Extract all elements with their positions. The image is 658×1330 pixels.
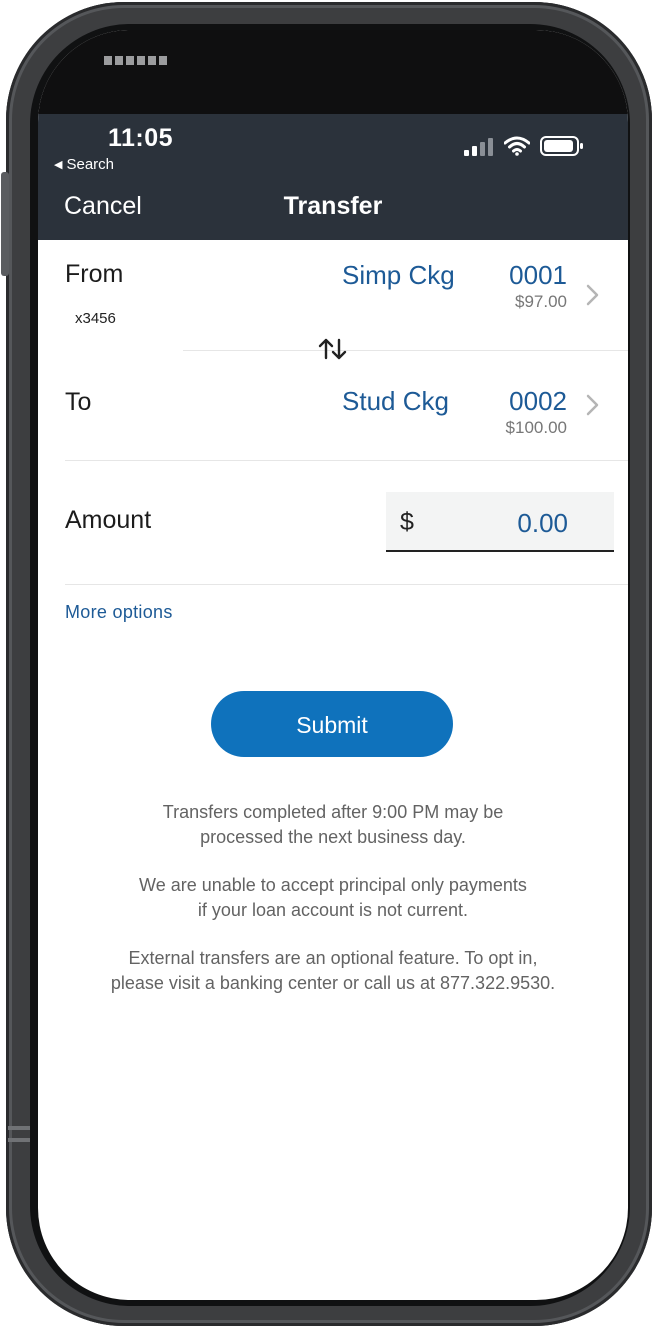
notch-area [38,30,628,114]
from-account-row[interactable]: From Simp Ckg 0001 $97.00 x3456 [38,240,628,350]
amount-label: Amount [65,506,152,534]
from-account-masked-number: x3456 [75,310,116,327]
cellular-signal-icon [464,138,493,156]
disclaimer-loan: We are unable to accept principal only p… [58,873,608,923]
to-account-balance: $100.00 [505,418,567,437]
disclaimer-line: please visit a banking center or call us… [110,973,556,993]
amount-value: 0.00 [517,508,568,538]
speaker-grille [104,56,167,65]
submit-button[interactable]: Submit [211,691,453,757]
from-account-balance: $97.00 [515,292,567,311]
phone-screen: 11:05 ◀ Search Cancel Transfer From Simp… [38,30,628,1300]
side-button [1,172,9,276]
amount-input[interactable]: $ 0.00 [386,492,614,552]
page-title: Transfer [283,192,383,220]
app-header: 11:05 ◀ Search Cancel Transfer [38,114,628,240]
divider [65,584,628,585]
disclaimer-line: processed the next business day. [200,827,466,847]
chevron-right-icon [586,284,599,306]
back-to-search-link[interactable]: ◀ Search [54,156,114,173]
disclaimer-line: Transfers completed after 9:00 PM may be [162,802,504,822]
currency-symbol: $ [400,508,414,536]
to-account-row[interactable]: To Stud Ckg 0002 $100.00 [38,350,628,460]
disclaimer-line: We are unable to accept principal only p… [139,875,527,895]
more-options-link[interactable]: More options [65,602,173,623]
disclaimer-cutoff: Transfers completed after 9:00 PM may be… [58,800,608,850]
back-arrow-icon: ◀ [54,159,63,171]
from-label: From [65,260,124,288]
disclaimer-external: External transfers are an optional featu… [58,946,608,996]
from-account-name: Simp Ckg [342,260,455,290]
cancel-button[interactable]: Cancel [64,192,142,221]
divider [65,460,628,461]
to-account-name: Stud Ckg [342,386,449,416]
battery-icon [540,136,583,156]
disclaimer-line: if your loan account is not current. [197,900,469,920]
from-account-number: 0001 [509,260,567,290]
disclaimer-line: External transfers are an optional featu… [128,948,538,968]
disclaimer-text: Transfers completed after 9:00 PM may be… [58,800,608,1019]
to-label: To [65,388,92,416]
chevron-right-icon [586,394,599,416]
wifi-icon [504,136,530,156]
status-icons [464,136,584,156]
to-account-number: 0002 [509,386,567,416]
status-time: 11:05 [108,124,174,152]
back-search-label: Search [66,156,114,173]
